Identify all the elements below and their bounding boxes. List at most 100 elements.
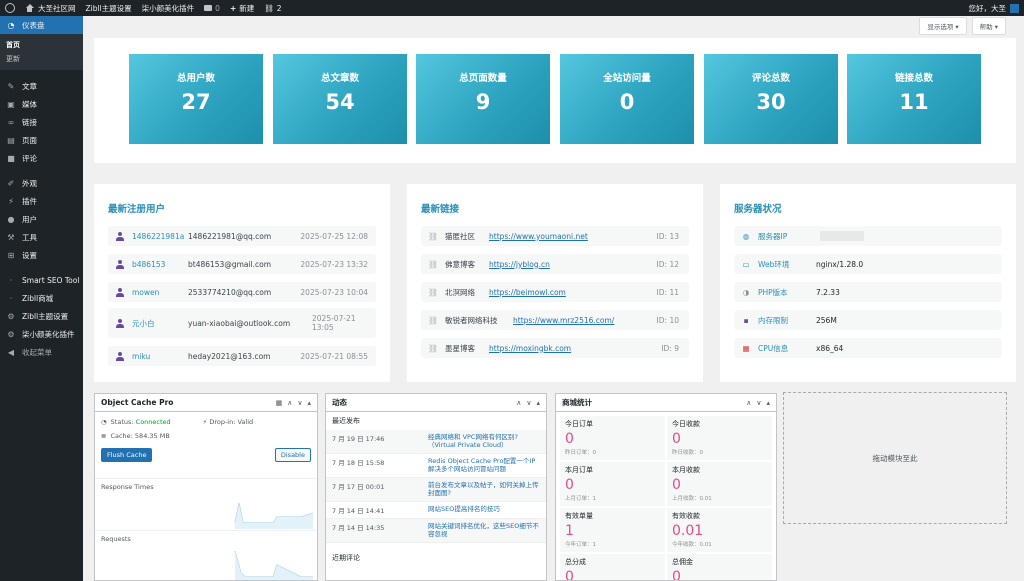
comments-menu[interactable]: 0	[199, 0, 225, 16]
collapse-triangle-icon[interactable]: ▴	[307, 399, 311, 407]
shop-stat-label: 有效单量	[565, 512, 593, 520]
link-id: ID: 10	[656, 315, 679, 325]
collapse-triangle-icon[interactable]: ▴	[766, 399, 770, 407]
activity-title-link[interactable]: 网站关键词排名优化，这些SEO细节不容忽视	[428, 522, 540, 539]
activity-widget: 动态 ∧ ∨ ▴ 最近发布 7 月 19 日 17:46 经典网络和 VPC网络有何区别…	[325, 393, 547, 581]
wp-logo-menu[interactable]	[0, 0, 20, 16]
link-row[interactable]: ⛓ 佛意博客 https://jyblog.cn ID: 12	[421, 254, 689, 274]
stat-value: 0	[619, 90, 635, 114]
link-name: 佛意博客	[445, 259, 475, 269]
link-row[interactable]: ⛓ 猫匿社区 https://www.youmaoni.net ID: 13	[421, 226, 689, 246]
user-name[interactable]: 元小白	[132, 318, 188, 329]
sidebar-item-media[interactable]: ▣ 媒体	[0, 95, 83, 113]
sidebar-item-appearance[interactable]: ✐ 外观	[0, 174, 83, 192]
recent-comments-heading: 近期评论	[332, 553, 360, 562]
sidebar-item-zibll-theme[interactable]: ⚙ Zibll主题设置	[0, 307, 83, 325]
help-button[interactable]: 帮助 ▾	[971, 17, 1006, 35]
links-menu[interactable]: ⛓ 2	[259, 0, 286, 16]
flush-cache-button[interactable]: Flush Cache	[101, 448, 153, 462]
activity-title-link[interactable]: 网站SEO提高排名的技巧	[428, 505, 540, 515]
sidebar-item-label: Zibll主题设置	[22, 311, 69, 321]
widget-title: Object Cache Pro	[101, 398, 174, 407]
chevron-down-icon[interactable]: ∨	[756, 399, 761, 407]
screen-options-button[interactable]: 显示选项 ▾	[919, 17, 967, 35]
sidebar-item-links[interactable]: ∞ 链接	[0, 113, 83, 131]
link-name: 猫匿社区	[445, 231, 475, 241]
link-url[interactable]: https://beimowl.com	[489, 288, 566, 297]
sidebar-item-posts[interactable]: ✎ 文章	[0, 77, 83, 95]
zibll-settings-menu[interactable]: Zibll主题设置	[81, 0, 137, 16]
chevron-up-icon[interactable]: ∧	[746, 399, 751, 407]
new-content-menu[interactable]: + 新建	[225, 0, 259, 16]
user-name[interactable]: 1486221981a	[132, 232, 188, 241]
shop-stat-sub: 昨日订单：0	[565, 450, 596, 456]
sidebar-item-label: 插件	[22, 196, 37, 206]
user-icon	[116, 259, 124, 269]
chevron-up-icon[interactable]: ∧	[287, 399, 292, 407]
user-row[interactable]: mowen 2533774210@qq.com 2025-07-23 10:04	[108, 282, 376, 302]
activity-date: 7 月 17 日 00:01	[332, 482, 385, 491]
link-id: ID: 11	[656, 287, 679, 297]
widget-header: 动态 ∧ ∨ ▴	[326, 394, 546, 412]
disable-button[interactable]: Disable	[274, 448, 311, 462]
submenu-home[interactable]: 首页	[0, 38, 83, 52]
link-icon: ⛓	[427, 231, 439, 241]
shop-stat-label: 总佣金	[672, 558, 693, 566]
drop-zone-label: 拖动模块至此	[872, 453, 918, 463]
gear-icon: ⚙	[7, 311, 15, 321]
sidebar-item-beautify[interactable]: ⚙ 柒小颜美化插件	[0, 325, 83, 343]
sidebar-item-label: 用户	[22, 214, 37, 224]
user-icon	[116, 287, 124, 297]
link-row[interactable]: ⛓ 敏锐者网络科技 https://www.mrz2516.com/ID: 10	[421, 310, 689, 330]
widget-drop-zone[interactable]: 拖动模块至此	[783, 392, 1007, 524]
avatar	[1010, 3, 1019, 13]
site-name-menu[interactable]: 大圣社区网	[20, 0, 81, 16]
link-url[interactable]: https://www.youmaoni.net	[489, 232, 588, 241]
link-url[interactable]: https://www.mrz2516.com/	[513, 316, 614, 325]
widget-settings-icon[interactable]: ▦	[276, 399, 283, 407]
site-name: 大圣社区网	[38, 3, 76, 13]
user-name[interactable]: b486153	[132, 260, 188, 269]
sidebar-item-tools[interactable]: ⚒ 工具	[0, 228, 83, 246]
sidebar-item-label: Zibll商城	[22, 293, 54, 303]
gauge-icon: ◔	[101, 418, 107, 426]
sidebar-item-comments[interactable]: ■ 评论	[0, 149, 83, 167]
beautify-plugin-menu[interactable]: 柒小颜美化插件	[137, 0, 200, 16]
plugin-icon: ⚡	[8, 196, 14, 206]
activity-title-link[interactable]: 经典网络和 VPC网络有何区别?（Virtual Private Cloud）	[428, 433, 540, 450]
link-url[interactable]: https://jyblog.cn	[489, 260, 550, 269]
comment-icon: ■	[7, 153, 15, 163]
sidebar-item-pages[interactable]: ▤ 页面	[0, 131, 83, 149]
link-row[interactable]: ⛓ 墨星博客 https://moxingbk.com ID: 9	[421, 338, 689, 358]
recent-published-heading: 最近发布	[332, 417, 360, 425]
submenu-update[interactable]: 更新	[0, 52, 83, 66]
wordpress-icon	[5, 3, 15, 13]
user-row[interactable]: 元小白 yuan-xiaobai@outlook.com 2025-07-21 13…	[108, 308, 376, 338]
activity-title-link[interactable]: 前台发布文章以及帖子，如何关掉上传封面图?	[428, 481, 540, 498]
user-name[interactable]: mowen	[132, 288, 188, 297]
user-row[interactable]: miku heday2021@163.com 2025-07-21 08:55	[108, 346, 376, 366]
sidebar-item-zibll-shop[interactable]: · Zibll商城	[0, 289, 83, 307]
user-row[interactable]: 1486221981a 1486221981@qq.com 2025-07-25 1…	[108, 226, 376, 246]
link-url[interactable]: https://moxingbk.com	[489, 344, 571, 353]
shop-stat-sub: 上月订单：1	[565, 496, 596, 502]
sidebar-item-users[interactable]: ● 用户	[0, 210, 83, 228]
sidebar-item-settings[interactable]: ⊞ 设置	[0, 246, 83, 264]
collapse-triangle-icon[interactable]: ▴	[536, 399, 540, 407]
activity-title-link[interactable]: Redis Object Cache Pro配置一个IP解决多个网站访问冒站问题	[428, 457, 540, 474]
sidebar-item-dashboard[interactable]: ◔ 仪表盘	[0, 16, 83, 34]
chevron-up-icon[interactable]: ∧	[516, 399, 521, 407]
sidebar-item-smart-seo[interactable]: · Smart SEO Tool	[0, 271, 83, 289]
user-name[interactable]: miku	[132, 352, 188, 361]
chevron-down-icon[interactable]: ∨	[526, 399, 531, 407]
shop-stat-cell: 有效收款 0.01 今年收款：0.01	[667, 508, 772, 552]
chevron-down-icon[interactable]: ∨	[297, 399, 302, 407]
link-name: 敏锐者网络科技	[445, 315, 498, 325]
sidebar-item-plugins[interactable]: ⚡ 插件	[0, 192, 83, 210]
sidebar-collapse[interactable]: ◀ 收起菜单	[0, 343, 83, 361]
link-row[interactable]: ⛓ 北溟网络 https://beimowl.com ID: 11	[421, 282, 689, 302]
user-row[interactable]: b486153 bt486153@gmail.com 2025-07-23 13:3…	[108, 254, 376, 274]
requests-title: Requests	[101, 535, 131, 543]
shop-stat-value: 0	[672, 569, 681, 581]
account-menu[interactable]: 您好，大圣	[964, 0, 1024, 16]
